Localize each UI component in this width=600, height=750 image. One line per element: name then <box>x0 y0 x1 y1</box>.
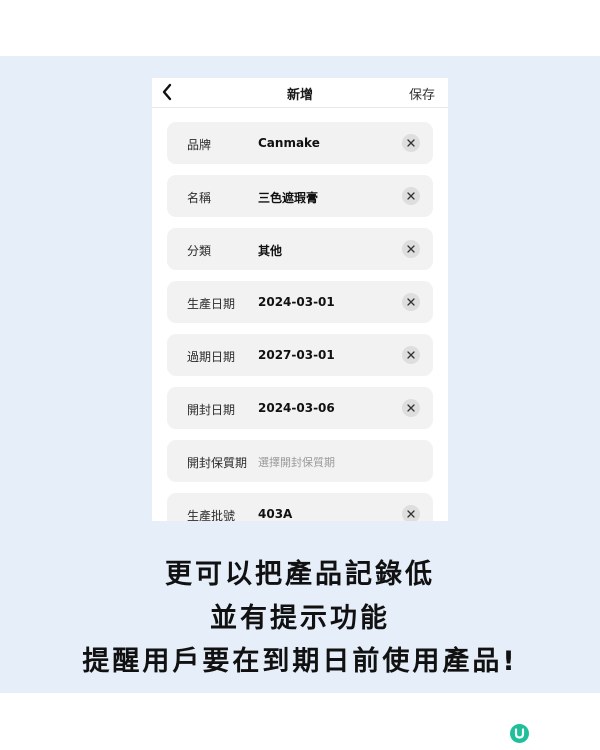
close-icon <box>407 298 415 306</box>
field-label: 過期日期 <box>187 350 236 364</box>
close-icon <box>407 245 415 253</box>
field-label: 生產日期 <box>187 297 236 311</box>
field-batch-number[interactable]: 生產批號 403A <box>167 493 433 521</box>
field-value: 2024-03-06 <box>258 401 335 415</box>
clear-button[interactable] <box>402 240 420 258</box>
close-icon <box>407 351 415 359</box>
field-label: 生產批號 <box>187 509 236 521</box>
field-value: 其他 <box>258 244 283 258</box>
close-icon <box>407 510 415 518</box>
u-glyph-icon <box>514 728 525 739</box>
field-category[interactable]: 分類 其他 <box>167 228 433 270</box>
clear-button[interactable] <box>402 293 420 311</box>
field-brand[interactable]: 品牌 Canmake <box>167 122 433 164</box>
field-label: 品牌 <box>187 138 212 152</box>
field-production-date[interactable]: 生產日期 2024-03-01 <box>167 281 433 323</box>
field-name[interactable]: 名稱 三色遮瑕膏 <box>167 175 433 217</box>
phone-screenshot: 新增 保存 品牌 Canmake 名稱 三色遮瑕膏 分類 其他 生產日期 202… <box>152 78 448 521</box>
field-expiry-date[interactable]: 過期日期 2027-03-01 <box>167 334 433 376</box>
close-icon <box>407 404 415 412</box>
field-label: 開封日期 <box>187 403 236 417</box>
close-icon <box>407 139 415 147</box>
u-logo-icon <box>510 724 529 743</box>
close-icon <box>407 192 415 200</box>
clear-button[interactable] <box>402 134 420 152</box>
field-opened-date[interactable]: 開封日期 2024-03-06 <box>167 387 433 429</box>
field-value: Canmake <box>258 136 320 150</box>
save-button[interactable]: 保存 <box>409 84 435 103</box>
field-value: 三色遮瑕膏 <box>258 191 319 205</box>
page-title: 新增 <box>286 88 313 103</box>
clear-button[interactable] <box>402 187 420 205</box>
field-placeholder: 選擇開封保質期 <box>258 456 335 469</box>
field-value: 2024-03-01 <box>258 295 335 309</box>
clear-button[interactable] <box>402 399 420 417</box>
caption-line-2: 並有提示功能 <box>210 603 390 634</box>
caption-line-3: 提醒用戶要在到期日前使用產品! <box>82 646 518 677</box>
nav-bar: 新增 保存 <box>152 78 448 108</box>
field-value: 403A <box>258 507 293 521</box>
field-label: 開封保質期 <box>187 456 248 470</box>
field-opened-shelf-life[interactable]: 開封保質期 選擇開封保質期 <box>167 440 433 482</box>
field-value: 2027-03-01 <box>258 348 335 362</box>
field-label: 分類 <box>187 244 212 258</box>
caption-line-1: 更可以把產品記錄低 <box>165 559 435 590</box>
clear-button[interactable] <box>402 346 420 364</box>
clear-button[interactable] <box>402 505 420 521</box>
field-label: 名稱 <box>187 191 212 205</box>
